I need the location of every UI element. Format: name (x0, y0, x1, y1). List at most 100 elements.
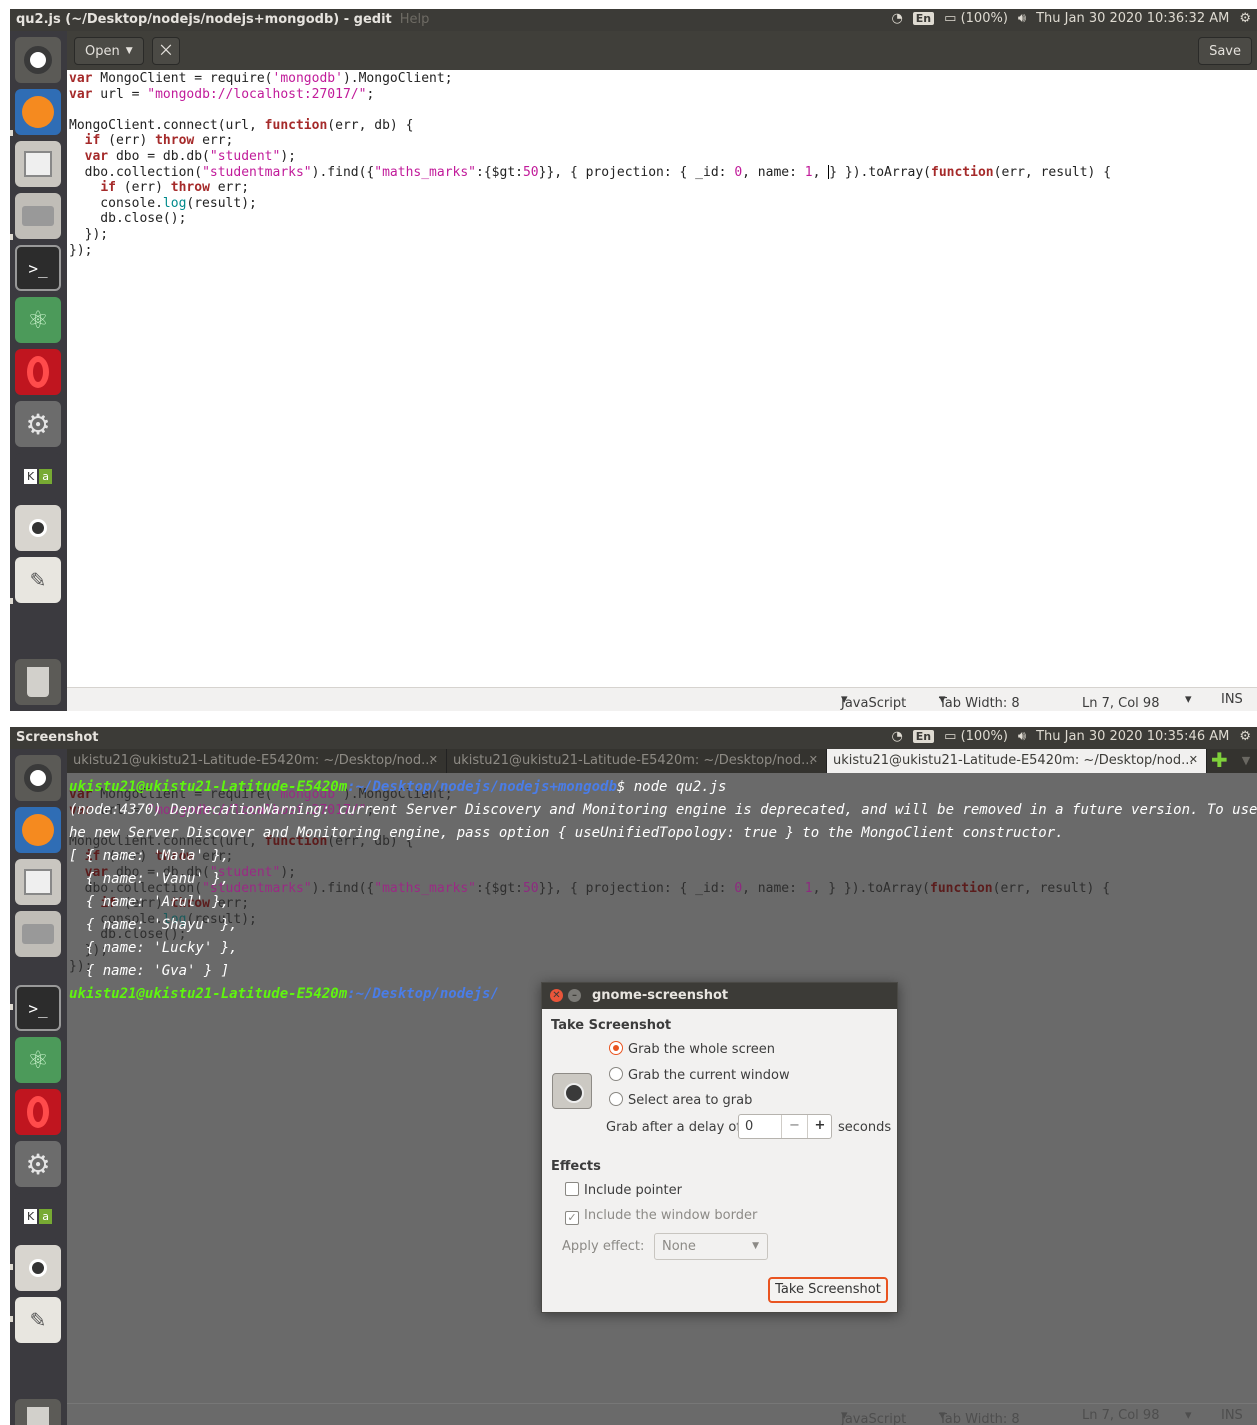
radio-current-window[interactable]: Grab the current window (609, 1067, 790, 1083)
include-border-checkbox[interactable]: ✓ Include the window border (565, 1208, 757, 1225)
camera-icon (552, 1073, 592, 1109)
terminal-tab[interactable]: ukistu21@ukistu21-Latitude-E5420m: ~/Des… (67, 749, 447, 773)
window-title: qu2.js (~/Desktop/nodejs/nodejs+mongodb)… (16, 12, 430, 27)
system-settings-icon[interactable]: ⚙ (15, 401, 61, 447)
take-screenshot-button[interactable]: Take Screenshot (768, 1277, 888, 1303)
apply-effect-select[interactable]: None ▼ (654, 1233, 768, 1260)
new-tab-icon[interactable]: ✚ (1211, 749, 1228, 773)
decrement-button[interactable]: − (781, 1115, 807, 1138)
prompt-line: ukistu21@ukistu21-Latitude-E5420m:~/Desk… (69, 779, 727, 795)
ubuntu-dash-icon[interactable] (15, 37, 61, 83)
include-pointer-checkbox[interactable]: Include pointer (565, 1182, 682, 1198)
apply-effect-value: None (662, 1239, 696, 1254)
new-tab-icon: ⨉ (160, 43, 172, 59)
save-button[interactable]: Save (1198, 37, 1252, 65)
battery-indicator[interactable]: ▭ (100%) (944, 11, 1008, 26)
insert-mode: INS (1221, 1408, 1243, 1423)
radio-icon (609, 1092, 623, 1106)
text-editor-icon[interactable]: ✎ (15, 1297, 61, 1343)
terminal-tab-active[interactable]: ukistu21@ukistu21-Latitude-E5420m: ~/Des… (827, 749, 1207, 773)
delay-stepper[interactable]: 0 − + (738, 1114, 832, 1139)
terminal-icon[interactable]: >_ (15, 985, 61, 1031)
atom-icon[interactable]: ⚛ (15, 1037, 61, 1083)
gedit-screen: qu2.js (~/Desktop/nodejs/nodejs+mongodb)… (10, 9, 1257, 711)
gear-icon[interactable]: ⚙ (1239, 729, 1251, 744)
keyboard-language-indicator[interactable]: En (912, 730, 935, 743)
wifi-icon[interactable]: ◔ (891, 11, 902, 26)
language-selector[interactable]: JavaScript ▾ (841, 692, 906, 711)
terminal-view[interactable]: var MongoClient = require('mongodb').Mon… (67, 773, 1257, 1425)
section-take-screenshot: Take Screenshot (551, 1018, 672, 1033)
window-title: Screenshot (16, 730, 99, 745)
chevron-down-icon[interactable]: ▾ (1185, 692, 1192, 707)
keyboard-icon[interactable]: Ka (15, 453, 61, 499)
disk-icon[interactable] (15, 911, 61, 957)
insert-mode[interactable]: INS (1221, 692, 1243, 707)
launcher: >_ ⚛ ⚙ Ka ✎ (10, 749, 67, 1425)
chevron-down-icon[interactable]: ▼ (1242, 749, 1250, 773)
new-document-button[interactable]: ⨉ (152, 37, 180, 65)
prompt-line: ukistu21@ukistu21-Latitude-E5420m:~/Desk… (69, 986, 499, 1002)
tab-width-selector[interactable]: Tab Width: 8 ▾ (939, 692, 1020, 711)
cursor-position: Ln 7, Col 98 (1082, 1408, 1160, 1423)
radio-selected-icon (609, 1041, 623, 1055)
screenshot-screen: Screenshot ◔ En ▭ (100%) 🔊︎ Thu Jan 30 2… (10, 727, 1257, 1425)
chevron-down-icon: ▼ (125, 46, 133, 56)
top-panel: qu2.js (~/Desktop/nodejs/nodejs+mongodb)… (10, 9, 1257, 31)
close-icon[interactable]: ✕ (809, 753, 818, 766)
wifi-icon[interactable]: ◔ (891, 729, 902, 744)
text-editor-icon[interactable]: ✎ (15, 557, 61, 603)
terminal-tab[interactable]: ukistu21@ukistu21-Latitude-E5420m: ~/Des… (447, 749, 827, 773)
chevron-down-icon: ▼ (752, 1241, 759, 1251)
close-icon[interactable]: ✕ (1189, 753, 1198, 766)
files-icon[interactable] (15, 141, 61, 187)
firefox-icon[interactable] (15, 807, 61, 853)
firefox-icon[interactable] (15, 89, 61, 135)
code-editor[interactable]: var MongoClient = require('mongodb').Mon… (67, 70, 1257, 687)
system-settings-icon[interactable]: ⚙ (15, 1141, 61, 1187)
volume-icon[interactable]: 🔊︎ (1018, 729, 1026, 744)
apply-effect-label: Apply effect: (562, 1239, 645, 1254)
trash-icon[interactable] (15, 659, 61, 705)
camera-icon[interactable] (15, 1245, 61, 1291)
increment-button[interactable]: + (807, 1115, 832, 1138)
keyboard-icon[interactable]: Ka (15, 1193, 61, 1239)
battery-indicator[interactable]: ▭ (100%) (944, 729, 1008, 744)
radio-whole-screen[interactable]: Grab the whole screen (609, 1041, 775, 1057)
close-icon[interactable]: ✕ (550, 989, 563, 1002)
result-line: { name: 'Arul' }, (69, 894, 230, 910)
delay-input[interactable]: 0 (745, 1119, 753, 1134)
open-button[interactable]: Open ▼ (74, 37, 144, 65)
volume-icon[interactable]: 🔊︎ (1018, 11, 1026, 26)
ubuntu-dash-icon[interactable] (15, 755, 61, 801)
checkmark-icon: ✓ (565, 1211, 579, 1225)
close-icon[interactable]: ✕ (429, 753, 438, 766)
clock[interactable]: Thu Jan 30 2020 10:36:32 AM (1036, 11, 1229, 26)
help-menu-ghost[interactable]: Help (400, 12, 430, 27)
atom-icon[interactable]: ⚛ (15, 297, 61, 343)
opera-icon[interactable] (15, 349, 61, 395)
camera-icon[interactable] (15, 505, 61, 551)
files-icon[interactable] (15, 859, 61, 905)
system-tray: ◔ En ▭ (100%) 🔊︎ Thu Jan 30 2020 10:36:3… (891, 11, 1251, 26)
source-code[interactable]: var MongoClient = require('mongodb').Mon… (69, 71, 1255, 258)
radio-select-area[interactable]: Select area to grab (609, 1092, 752, 1108)
disk-icon[interactable] (15, 193, 61, 239)
language-selector: JavaScript ▾ (841, 1408, 907, 1425)
text-cursor (828, 165, 830, 180)
trash-icon[interactable] (15, 1399, 61, 1425)
gear-icon[interactable]: ⚙ (1239, 11, 1251, 26)
keyboard-language-indicator[interactable]: En (912, 12, 935, 25)
launcher: >_ ⚛ ⚙ Ka ✎ (10, 31, 67, 711)
clock[interactable]: Thu Jan 30 2020 10:35:46 AM (1036, 729, 1229, 744)
terminal-icon[interactable]: >_ (15, 245, 61, 291)
tab-width-selector: Tab Width: 8 ▾ (939, 1408, 1020, 1425)
battery-icon: ▭ (944, 11, 957, 26)
result-line: { name: 'Gva' } ] (69, 963, 230, 979)
screenshot-dialog: ✕ – gnome-screenshot Take Screenshot Gra… (541, 982, 898, 1313)
terminal-tab-bar: ukistu21@ukistu21-Latitude-E5420m: ~/Des… (67, 749, 1257, 773)
opera-icon[interactable] (15, 1089, 61, 1135)
minimize-icon[interactable]: – (568, 989, 581, 1002)
battery-percent: (100%) (960, 11, 1008, 26)
section-effects: Effects (551, 1159, 601, 1174)
